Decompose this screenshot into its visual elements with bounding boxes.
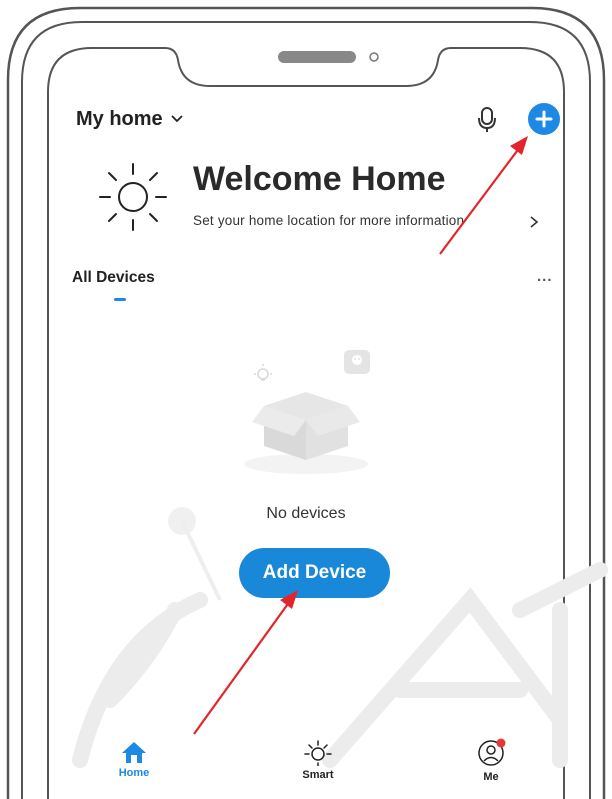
- profile-icon: [478, 738, 506, 766]
- plus-icon: [535, 110, 553, 128]
- add-device-button[interactable]: Add Device: [239, 548, 390, 598]
- set-location-link[interactable]: Set your home location for more informat…: [193, 213, 464, 228]
- nav-me[interactable]: Me: [475, 738, 507, 783]
- chevron-right-icon[interactable]: [528, 215, 540, 229]
- sun-icon: [99, 163, 167, 231]
- nav-smart-label: Smart: [302, 769, 334, 781]
- microphone-icon[interactable]: [476, 106, 498, 134]
- home-icon: [122, 742, 146, 763]
- notification-dot: [496, 738, 506, 748]
- nav-home[interactable]: Home: [114, 740, 154, 779]
- chevron-down-icon[interactable]: [170, 112, 184, 126]
- active-tab-indicator: [114, 298, 126, 301]
- nav-smart[interactable]: Smart: [296, 740, 340, 781]
- home-selector[interactable]: My home: [76, 108, 163, 131]
- welcome-title: Welcome Home: [193, 160, 446, 198]
- sun-icon: [304, 740, 332, 767]
- add-button[interactable]: [528, 103, 560, 135]
- nav-me-label: Me: [483, 771, 499, 783]
- more-options-button[interactable]: ...: [537, 268, 553, 285]
- tab-all-devices[interactable]: All Devices: [72, 269, 155, 287]
- empty-box-illustration: [244, 350, 370, 474]
- no-devices-message: No devices: [266, 505, 346, 522]
- nav-home-label: Home: [118, 767, 150, 779]
